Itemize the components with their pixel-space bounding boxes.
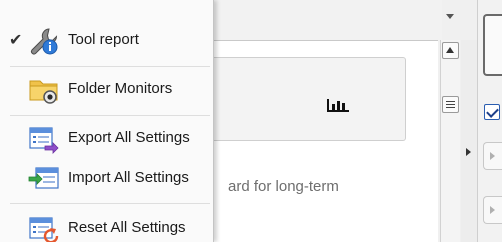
panel-splitter[interactable] (461, 40, 477, 242)
expand-button-1[interactable] (483, 142, 502, 170)
menu-item-label: Folder Monitors (68, 80, 173, 97)
scroll-menu-button[interactable] (442, 96, 459, 113)
vertical-scrollbar[interactable] (440, 40, 460, 242)
menu-item-label: Tool report (68, 31, 139, 48)
import-settings-icon (28, 167, 59, 189)
preview-frame (483, 14, 502, 76)
menu-item-label: Import All Settings (68, 169, 189, 186)
menu-item-folder-monitors[interactable]: Folder Monitors (0, 67, 212, 111)
bar-chart-icon (327, 99, 349, 112)
tools-menu: ✔ Tool report Folder Monitors Export All… (0, 0, 214, 242)
menu-item-tool-report[interactable]: ✔ Tool report (0, 18, 212, 62)
content-pane: ard for long-term (210, 40, 438, 242)
expand-button-2[interactable] (483, 196, 502, 224)
menu-item-import-all-settings[interactable]: Import All Settings (0, 156, 212, 200)
menu-item-label: Reset All Settings (68, 219, 186, 236)
export-settings-icon (29, 127, 59, 154)
toolbar-area (210, 0, 442, 40)
option-checkbox[interactable] (484, 104, 500, 120)
wrench-info-icon (31, 28, 58, 55)
chevron-down-icon[interactable] (446, 14, 454, 19)
scroll-up-button[interactable] (442, 42, 459, 59)
menu-item-export-all-settings[interactable]: Export All Settings (0, 116, 212, 160)
dashboard-card[interactable] (210, 57, 406, 141)
chevron-right-icon[interactable] (466, 148, 471, 156)
menu-item-reset-all-settings[interactable]: Reset All Settings (0, 206, 212, 242)
reset-settings-icon (29, 217, 59, 242)
menu-separator (10, 203, 210, 204)
description-text: ard for long-term (228, 178, 339, 195)
folder-monitor-icon (29, 80, 58, 104)
menu-item-label: Export All Settings (68, 129, 190, 146)
checkmark-icon: ✔ (9, 32, 23, 49)
